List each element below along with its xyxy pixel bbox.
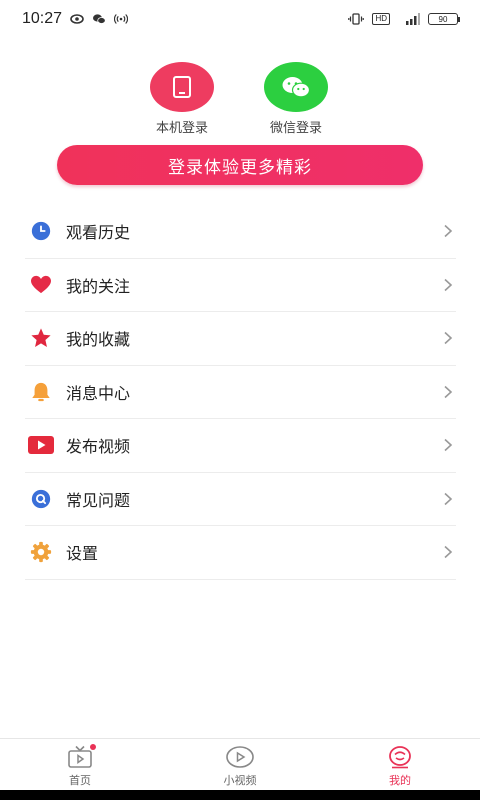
menu-item-label: 观看历史 bbox=[66, 223, 131, 243]
nav-label: 小视频 bbox=[223, 774, 257, 787]
menu-item-follow[interactable]: 我的关注 bbox=[25, 259, 456, 312]
status-time: 10:27 bbox=[22, 10, 63, 27]
local-login-label: 本机登录 bbox=[155, 121, 208, 136]
wechat-login-label: 微信登录 bbox=[269, 121, 322, 136]
chevron-right-icon bbox=[444, 225, 453, 238]
nav-label: 我的 bbox=[389, 774, 411, 787]
menu-item-favorites[interactable]: 我的收藏 bbox=[25, 312, 456, 366]
signal-icon bbox=[406, 13, 420, 25]
vibrate-icon bbox=[348, 13, 365, 25]
chevron-right-icon bbox=[444, 385, 453, 398]
menu-item-label: 常见问题 bbox=[66, 490, 131, 510]
menu-item-label: 设置 bbox=[66, 544, 99, 564]
play-circle-icon bbox=[226, 746, 254, 768]
status-right: HD 90 bbox=[348, 13, 460, 25]
clock-icon bbox=[28, 218, 54, 244]
tablet-icon bbox=[173, 76, 191, 98]
menu-item-messages[interactable]: 消息中心 bbox=[25, 366, 456, 419]
smile-face-icon bbox=[389, 746, 411, 769]
menu-list: 观看历史 我的关注 我的收藏 消息中心 发布视频 常见问题 设置 bbox=[25, 205, 456, 580]
local-login-button[interactable] bbox=[150, 62, 214, 112]
nav-label: 首页 bbox=[69, 774, 91, 787]
battery-indicator: 90 bbox=[428, 13, 460, 25]
wechat-login-button[interactable] bbox=[264, 62, 328, 112]
nav-home[interactable]: 首页 bbox=[0, 739, 160, 790]
bell-icon bbox=[28, 379, 54, 405]
menu-item-label: 消息中心 bbox=[66, 383, 131, 403]
eye-icon bbox=[70, 14, 84, 24]
chevron-right-icon bbox=[444, 332, 453, 345]
menu-item-label: 我的收藏 bbox=[66, 330, 131, 350]
notification-dot bbox=[90, 744, 96, 750]
chevron-right-icon bbox=[444, 492, 453, 505]
heart-icon bbox=[28, 272, 54, 298]
app-screen: 10:27 HD 90 本机登录 微信登录 登录体验更多精彩 观看历史 我的关注… bbox=[0, 0, 480, 800]
nav-mine[interactable]: 我的 bbox=[320, 739, 480, 790]
local-login-option[interactable]: 本机登录 bbox=[137, 62, 227, 136]
status-left: 10:27 bbox=[22, 10, 129, 28]
broadcast-icon bbox=[114, 14, 129, 24]
login-options: 本机登录 微信登录 bbox=[0, 62, 480, 136]
hd-badge: HD bbox=[372, 13, 390, 25]
wechat-icon bbox=[282, 77, 311, 98]
star-icon bbox=[28, 325, 54, 351]
menu-item-settings[interactable]: 设置 bbox=[25, 526, 456, 580]
menu-item-publish-video[interactable]: 发布视频 bbox=[25, 419, 456, 473]
menu-item-label: 发布视频 bbox=[66, 437, 131, 457]
menu-item-label: 我的关注 bbox=[66, 276, 131, 296]
nav-short-video[interactable]: 小视频 bbox=[160, 739, 320, 790]
question-icon bbox=[28, 486, 54, 512]
gear-icon bbox=[28, 539, 54, 565]
bottom-nav: 首页 小视频 我的 bbox=[0, 738, 480, 790]
video-play-icon bbox=[28, 432, 54, 458]
system-nav-bar bbox=[0, 790, 480, 800]
status-bar: 10:27 HD 90 bbox=[0, 0, 480, 38]
chevron-right-icon bbox=[444, 278, 453, 291]
chevron-right-icon bbox=[444, 546, 453, 559]
wechat-status-icon bbox=[93, 14, 106, 24]
wechat-login-option[interactable]: 微信登录 bbox=[251, 62, 341, 136]
login-button[interactable]: 登录体验更多精彩 bbox=[57, 145, 423, 185]
menu-item-history[interactable]: 观看历史 bbox=[25, 205, 456, 259]
menu-item-faq[interactable]: 常见问题 bbox=[25, 473, 456, 526]
chevron-right-icon bbox=[444, 439, 453, 452]
